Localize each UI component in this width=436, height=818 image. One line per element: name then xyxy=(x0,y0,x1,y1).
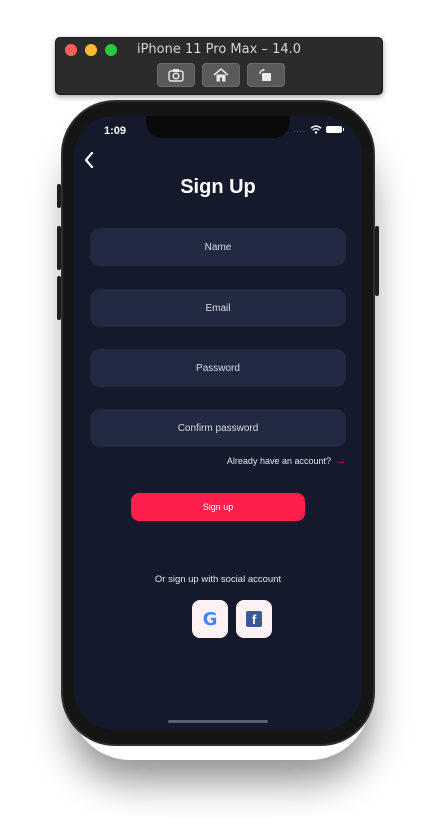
email-field-container xyxy=(90,288,346,328)
simulator-title: iPhone 11 Pro Max – 14.0 xyxy=(136,42,302,57)
status-time: 1:09 xyxy=(104,125,127,137)
google-icon: G xyxy=(202,608,218,630)
home-button[interactable] xyxy=(202,63,240,87)
simulator-toolbar: iPhone 11 Pro Max – 14.0 xyxy=(55,37,383,95)
chevron-left-icon xyxy=(84,151,94,169)
name-field[interactable] xyxy=(90,227,346,267)
home-indicator[interactable] xyxy=(168,720,268,723)
volume-down-button xyxy=(57,276,61,320)
sign-up-button[interactable]: Sign up xyxy=(131,493,305,521)
login-link-label: Already have an account? xyxy=(226,456,331,466)
confirm-password-field[interactable] xyxy=(90,408,346,448)
camera-icon xyxy=(168,69,184,82)
app-screen: 1:09 .... Sign Up Already have an accoun… xyxy=(74,116,362,730)
screenshot-button[interactable] xyxy=(157,63,195,87)
battery-icon xyxy=(326,126,344,133)
volume-up-button xyxy=(57,226,61,270)
arrow-right-icon: → xyxy=(335,455,346,467)
wifi-icon xyxy=(310,125,322,134)
password-field[interactable] xyxy=(90,348,346,388)
already-have-account-link[interactable]: Already have an account? → xyxy=(227,455,346,467)
facebook-icon: f xyxy=(246,611,262,627)
email-field[interactable] xyxy=(90,288,346,328)
facebook-signup-button[interactable]: f xyxy=(236,600,272,638)
google-signup-button[interactable]: G xyxy=(192,600,228,638)
social-signup-caption: Or sign up with social account xyxy=(154,574,282,585)
back-button[interactable] xyxy=(84,151,94,172)
confirm-password-field-container xyxy=(90,408,346,448)
page-title: Sign Up xyxy=(180,176,256,198)
signal-icon: .... xyxy=(293,125,306,134)
home-icon xyxy=(213,68,229,82)
rotate-button[interactable] xyxy=(247,63,285,87)
rotate-icon xyxy=(259,68,271,81)
notch xyxy=(146,116,290,138)
power-button xyxy=(375,226,379,296)
mute-switch xyxy=(57,184,61,208)
password-field-container xyxy=(90,348,346,388)
name-field-container xyxy=(90,227,346,267)
status-icons: .... xyxy=(293,125,344,134)
